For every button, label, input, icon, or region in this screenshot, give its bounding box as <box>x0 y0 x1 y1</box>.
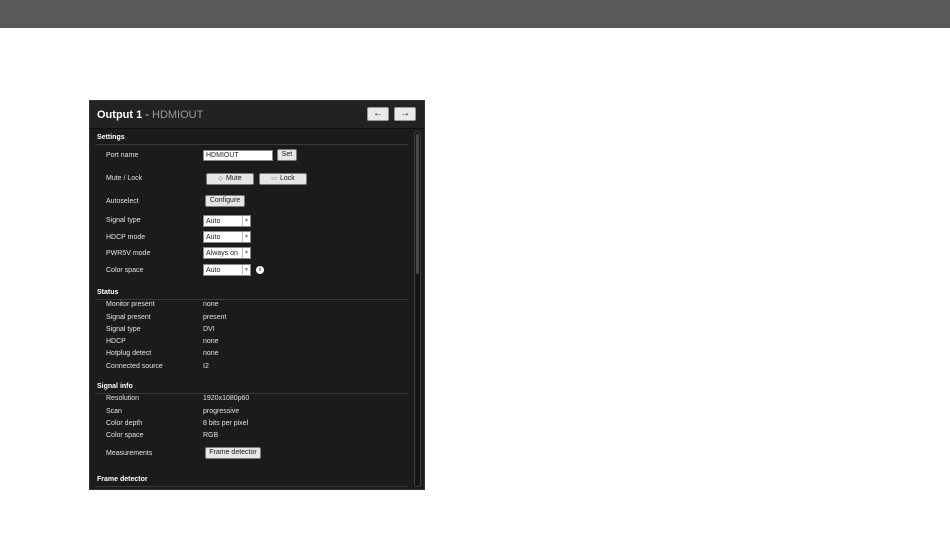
signal-info-value: RGB <box>203 432 219 439</box>
hdcp-mode-value: Auto <box>206 234 221 241</box>
set-button[interactable]: Set <box>277 149 297 161</box>
top-bar <box>0 0 950 28</box>
frame-detector-divider <box>95 486 408 487</box>
signal-info-value: 1920x1080p60 <box>203 395 250 402</box>
signal-info-value: 8 bits per pixel <box>203 420 249 427</box>
status-label: Signal present <box>106 314 151 321</box>
panel-content: Settings Port name Set Mute / Lock ◇Mute… <box>90 130 413 489</box>
chevron-down-icon: ▼ <box>242 216 250 226</box>
signal-type-value: Auto <box>206 218 221 225</box>
signal-type-select[interactable]: Auto ▼ <box>203 215 251 227</box>
signal-info-label: Scan <box>106 408 122 415</box>
frame-detector-heading: Frame detector <box>97 476 148 483</box>
signal-info-label: Color space <box>106 432 144 439</box>
pwr5v-mode-value: Always on <box>206 250 238 257</box>
status-value: present <box>203 314 227 321</box>
status-divider <box>95 299 408 300</box>
status-label: Signal type <box>106 326 141 333</box>
autoselect-label: Autoselect <box>106 198 139 205</box>
panel-header: Output 1 - HDMIOUT ← → <box>90 101 424 129</box>
settings-divider <box>95 144 408 145</box>
status-label: Hotplug detect <box>106 350 152 357</box>
status-heading: Status <box>97 289 119 296</box>
chevron-down-icon: ▼ <box>242 248 250 258</box>
lock-icon: ▭ <box>271 176 277 182</box>
arrow-left-icon: ← <box>373 108 383 119</box>
color-space-label: Color space <box>106 267 144 274</box>
chevron-down-icon: ▼ <box>242 265 250 275</box>
pwr5v-mode-select[interactable]: Always on ▼ <box>203 247 251 259</box>
status-label: HDCP <box>106 338 126 345</box>
status-value: none <box>203 301 219 308</box>
configure-button[interactable]: Configure <box>205 195 245 207</box>
title-separator: - <box>142 109 152 121</box>
color-space-select[interactable]: Auto ▼ <box>203 264 251 276</box>
status-value: none <box>203 338 219 345</box>
signal-info-heading: Signal info <box>97 383 133 390</box>
hdcp-mode-label: HDCP mode <box>106 234 146 241</box>
status-label: Monitor present <box>106 301 155 308</box>
port-name-input[interactable] <box>203 150 273 161</box>
settings-heading: Settings <box>97 134 125 141</box>
panel-title: Output 1 - HDMIOUT <box>97 109 203 121</box>
signal-info-label: Color depth <box>106 420 143 427</box>
next-output-button[interactable]: → <box>394 107 416 121</box>
mute-icon: ◇ <box>218 176 224 182</box>
status-label: Connected source <box>106 363 163 370</box>
port-name-label: Port name <box>106 152 139 159</box>
measurements-label: Measurements <box>106 450 153 457</box>
signal-info-label: Resolution <box>106 395 140 402</box>
color-space-value: Auto <box>206 267 221 274</box>
chevron-down-icon: ▼ <box>242 232 250 242</box>
lock-label: Lock <box>279 175 295 182</box>
status-value: I2 <box>203 363 209 370</box>
hdcp-mode-select[interactable]: Auto ▼ <box>203 231 251 243</box>
signal-info-value: progressive <box>203 408 240 415</box>
pwr5v-mode-label: PWR5V mode <box>106 250 151 257</box>
port-subtitle: HDMIOUT <box>152 109 204 121</box>
status-value: DVI <box>203 326 215 333</box>
frame-detector-button[interactable]: Frame detector <box>205 447 261 459</box>
arrow-right-icon: → <box>400 108 410 119</box>
status-value: none <box>203 350 219 357</box>
vertical-scrollbar[interactable] <box>414 131 421 487</box>
lock-button[interactable]: ▭ Lock <box>259 173 307 185</box>
scrollbar-thumb[interactable] <box>416 134 419 274</box>
output-title: Output 1 <box>97 109 143 121</box>
output-panel: Output 1 - HDMIOUT ← → Settings Port nam… <box>89 100 425 490</box>
info-icon[interactable]: i <box>256 266 264 274</box>
previous-output-button[interactable]: ← <box>367 107 389 121</box>
signal-info-divider <box>95 393 408 394</box>
mute-lock-label: Mute / Lock <box>106 175 143 182</box>
mute-label: Mute <box>226 175 242 182</box>
mute-button[interactable]: ◇ Mute <box>206 173 254 185</box>
signal-type-label: Signal type <box>106 217 141 224</box>
